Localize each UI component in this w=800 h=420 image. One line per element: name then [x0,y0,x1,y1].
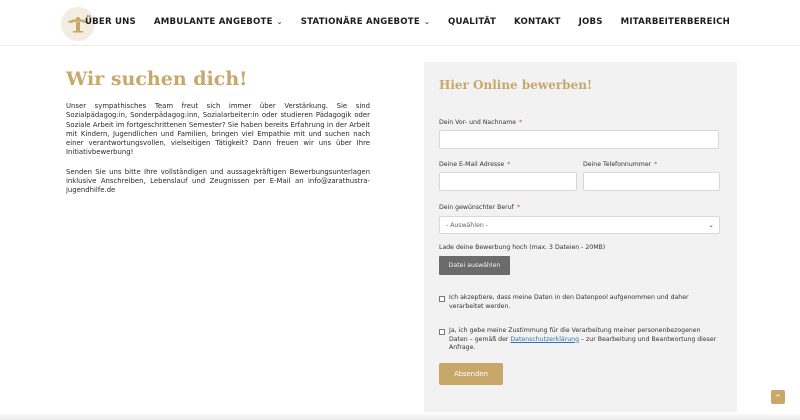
name-label: Dein Vor- und Nachname * [439,119,522,126]
nav-item-stationaere-angebote[interactable]: STATIONÄRE ANGEBOTE ⌄ [301,17,430,27]
nav-item-label: AMBULANTE ANGEBOTE [153,17,273,27]
required-marker: * [516,204,520,211]
chevron-down-icon: ⌄ [423,18,431,26]
required-marker: * [519,119,523,126]
nav-item-label: QUALITÄT [448,17,497,27]
job-select[interactable]: - Auswählen - ⌄ [439,216,720,234]
site-header: ÜBER UNS AMBULANTE ANGEBOTE ⌄ STATIONÄRE … [0,0,800,46]
required-marker: * [507,161,511,168]
contact-paragraph: Senden Sie uns bitte Ihre vollständigen … [66,167,370,195]
nav-item-label: ÜBER UNS [84,17,136,27]
job-label: Dein gewünschter Beruf * [439,204,520,211]
upload-label: Lade deine Bewerbung hoch (max. 3 Dateie… [439,244,606,251]
required-marker: * [654,161,658,168]
page-bottom-edge [0,412,800,420]
phone-label: Deine Telefonnummer * [583,161,657,168]
email-label: Deine E-Mail Adresse * [439,161,510,168]
phone-label-text: Deine Telefonnummer [583,161,652,168]
scroll-to-top-icon[interactable]: ^ [771,390,785,404]
name-field[interactable] [439,130,719,149]
page-title: Wir suchen dich! [66,68,248,90]
nav-item-qualitaet[interactable]: QUALITÄT [448,17,496,27]
consent-checkbox-2[interactable] [439,329,445,335]
nav-item-kontakt[interactable]: KONTAKT [514,17,561,27]
nav-item-ueber-uns[interactable]: ÜBER UNS [85,17,136,27]
submit-button[interactable]: Absenden [439,363,503,385]
main-nav: ÜBER UNS AMBULANTE ANGEBOTE ⌄ STATIONÄRE … [85,17,730,27]
name-label-text: Dein Vor- und Nachname [439,119,517,126]
chevron-down-icon: ⌄ [276,18,283,26]
privacy-policy-link[interactable]: Datenschutzerklärung [510,336,579,343]
nav-item-label: KONTAKT [514,17,561,27]
email-field[interactable] [439,172,577,191]
phone-field[interactable] [583,172,720,191]
job-label-text: Dein gewünschter Beruf [439,204,514,211]
email-label-text: Deine E-Mail Adresse [439,161,505,168]
file-select-button[interactable]: Datei auswählen [439,256,510,275]
consent-checkbox-1[interactable] [439,296,445,302]
intro-section: Wir suchen dich! Unser sympathisches Tea… [66,68,370,196]
nav-item-label: JOBS [578,17,603,27]
form-title: Hier Online bewerben! [439,78,593,92]
nav-item-label: MITARBEITERBEREICH [620,17,730,27]
consent-text-2: Ja, ich gebe meine Zustimmung für die Ve… [449,327,717,353]
intro-paragraph: Unser sympathisches Team freut sich imme… [66,102,370,157]
job-selected-value: - Auswählen - [446,221,488,229]
nav-item-mitarbeiterbereich[interactable]: MITARBEITERBEREICH [621,17,730,27]
chevron-down-icon: ⌄ [708,221,714,229]
nav-item-jobs[interactable]: JOBS [579,17,603,27]
nav-item-label: STATIONÄRE ANGEBOTE [300,17,420,27]
nav-item-ambulante-angebote[interactable]: AMBULANTE ANGEBOTE ⌄ [154,17,283,27]
application-form: Hier Online bewerben! Dein Vor- und Nach… [424,62,737,420]
consent-text-1: Ich akzeptiere, dass meine Daten in den … [449,294,689,310]
